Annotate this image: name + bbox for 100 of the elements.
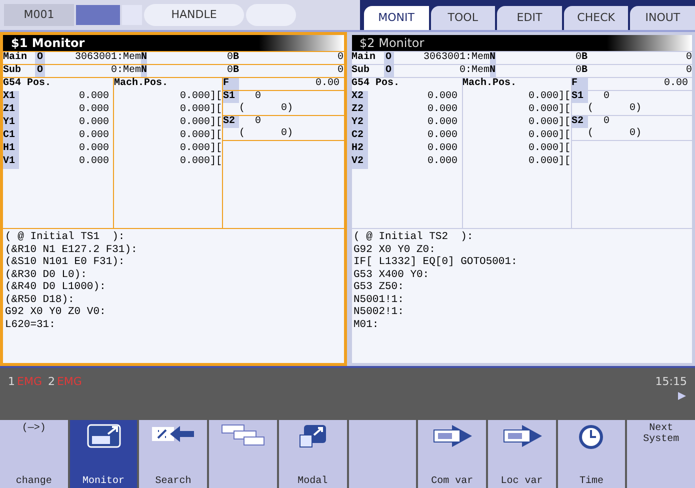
feed-value: 0.00 — [314, 78, 340, 90]
program-line: (&R50 D18): — [5, 294, 76, 306]
b-value: 0 — [336, 52, 344, 64]
machine-position: 0.000][ — [178, 104, 222, 116]
axis-name: X1 — [3, 91, 19, 104]
spindle-label: S1 — [223, 91, 239, 103]
monitor-window-icon — [86, 423, 122, 449]
softkey-label: Search — [155, 476, 192, 487]
window-arrow-icon — [298, 423, 328, 449]
feed-label: F — [223, 78, 239, 90]
machine-position: 0.000][ — [527, 130, 570, 142]
axis-name: H1 — [3, 143, 19, 156]
row-label: Main — [3, 52, 28, 64]
spindle-actual: ( 0) — [238, 128, 294, 140]
n-value: 0 — [574, 52, 582, 64]
column-header: Mach.Pos. — [114, 78, 170, 91]
work-position: 0.000 — [426, 117, 458, 130]
machine-position: 0.000][ — [178, 91, 222, 104]
program-line: (&R40 D0 L1000): — [5, 281, 107, 294]
n-label: N — [141, 65, 148, 77]
b-label: B — [582, 52, 588, 64]
softkey-button[interactable]: Modal — [278, 420, 347, 488]
work-position: 0.000 — [426, 156, 458, 169]
n-value: 0 — [226, 65, 234, 77]
work-position: 0.000 — [78, 156, 110, 169]
axis-name: C1 — [3, 130, 19, 143]
machine-position: 0.000][ — [527, 104, 570, 116]
program-number: 0:Mem — [458, 65, 490, 77]
o-label: O — [384, 52, 394, 64]
program-line: ( @ Initial TS2 ): — [354, 231, 474, 244]
spindle-actual: ( 0) — [586, 103, 643, 115]
softkey-label: Monitor — [82, 476, 125, 487]
b-label: B — [233, 65, 240, 77]
softkey-label: Loc var — [500, 476, 543, 487]
arrow-text: (—>) — [22, 423, 46, 434]
machine-label: M001 — [4, 4, 74, 26]
softkey-button[interactable]: (—>) change — [0, 420, 68, 488]
softkey-label: Com var — [431, 476, 474, 487]
softkey-button[interactable]: Time — [558, 420, 626, 488]
softkey-button[interactable]: Monitor — [70, 420, 138, 488]
tab[interactable]: CHECK — [564, 6, 628, 30]
system-number: 1 — [8, 374, 15, 390]
play-arrow-icon — [677, 390, 687, 400]
softkey-label: Time — [579, 476, 604, 487]
axis-name: V2 — [352, 156, 368, 169]
program-line: ( @ Initial TS1 ): — [5, 231, 126, 244]
axis-name: X2 — [352, 91, 368, 104]
n-value: 0 — [226, 52, 234, 64]
program-number: 3063001:Mem — [74, 52, 142, 64]
n-label: N — [490, 65, 496, 77]
work-position: 0.000 — [426, 130, 458, 143]
tab[interactable]: TOOL — [430, 6, 496, 30]
axis-name: Z2 — [352, 104, 368, 117]
axis-name: Z1 — [3, 104, 19, 117]
clock-time: 15:15 — [655, 374, 687, 390]
column-header: G54 Pos. — [352, 78, 401, 91]
n-label: N — [141, 52, 148, 64]
n-value: 0 — [574, 65, 582, 77]
machine-position: 0.000][ — [527, 117, 570, 130]
work-position: 0.000 — [78, 130, 110, 143]
softkey-label: Next System — [642, 423, 680, 445]
program-line: (&S10 N101 E0 F31): — [5, 256, 126, 268]
spindle-value: 0 — [254, 116, 262, 128]
tab[interactable]: EDIT — [497, 6, 562, 30]
machine-position: 0.000][ — [178, 156, 222, 169]
machine-position: 0.000][ — [178, 117, 222, 130]
softkey-button[interactable] — [209, 420, 277, 488]
softkey-button[interactable]: Com var — [418, 420, 486, 488]
stacked-windows-icon — [220, 423, 266, 447]
clock-icon — [577, 423, 606, 451]
spindle-value: 0 — [602, 91, 610, 103]
axis-name: C2 — [352, 130, 368, 143]
work-position: 0.000 — [78, 117, 110, 130]
softkey-button[interactable]: Loc var — [488, 420, 556, 488]
machine-position: 0.000][ — [178, 130, 222, 142]
spindle-actual: ( 0) — [238, 103, 294, 115]
tab[interactable]: MONIT — [364, 6, 429, 30]
tab[interactable]: INOUT — [630, 6, 695, 30]
program-line: N5002!1: — [354, 306, 405, 318]
n-label: N — [490, 52, 496, 64]
machine-position: 0.000][ — [178, 143, 222, 156]
axis-name: Y2 — [352, 117, 368, 130]
spindle-actual: ( 0) — [586, 128, 643, 140]
spindle-label: S2 — [223, 116, 239, 128]
program-number: 0:Mem — [110, 65, 142, 77]
work-position: 0.000 — [78, 104, 110, 117]
work-position: 0.000 — [426, 91, 458, 104]
machine-position: 0.000][ — [527, 91, 570, 104]
softkey-label: change — [16, 476, 52, 487]
mode-label: HANDLE — [144, 4, 244, 26]
softkey-button[interactable]: Search — [139, 420, 208, 488]
program-line: G92 X0 Y0 Z0: — [354, 244, 436, 256]
softkey-button[interactable]: Next System — [627, 420, 695, 488]
panel-title: $1 Monitor — [3, 35, 344, 51]
axis-name: Y1 — [3, 117, 19, 130]
work-position: 0.000 — [78, 143, 110, 156]
program-line: L620=31: — [5, 318, 56, 331]
spindle-value: 0 — [602, 116, 610, 128]
program-line: G53 X400 Y0: — [354, 268, 430, 281]
feed-label: F — [572, 78, 588, 90]
